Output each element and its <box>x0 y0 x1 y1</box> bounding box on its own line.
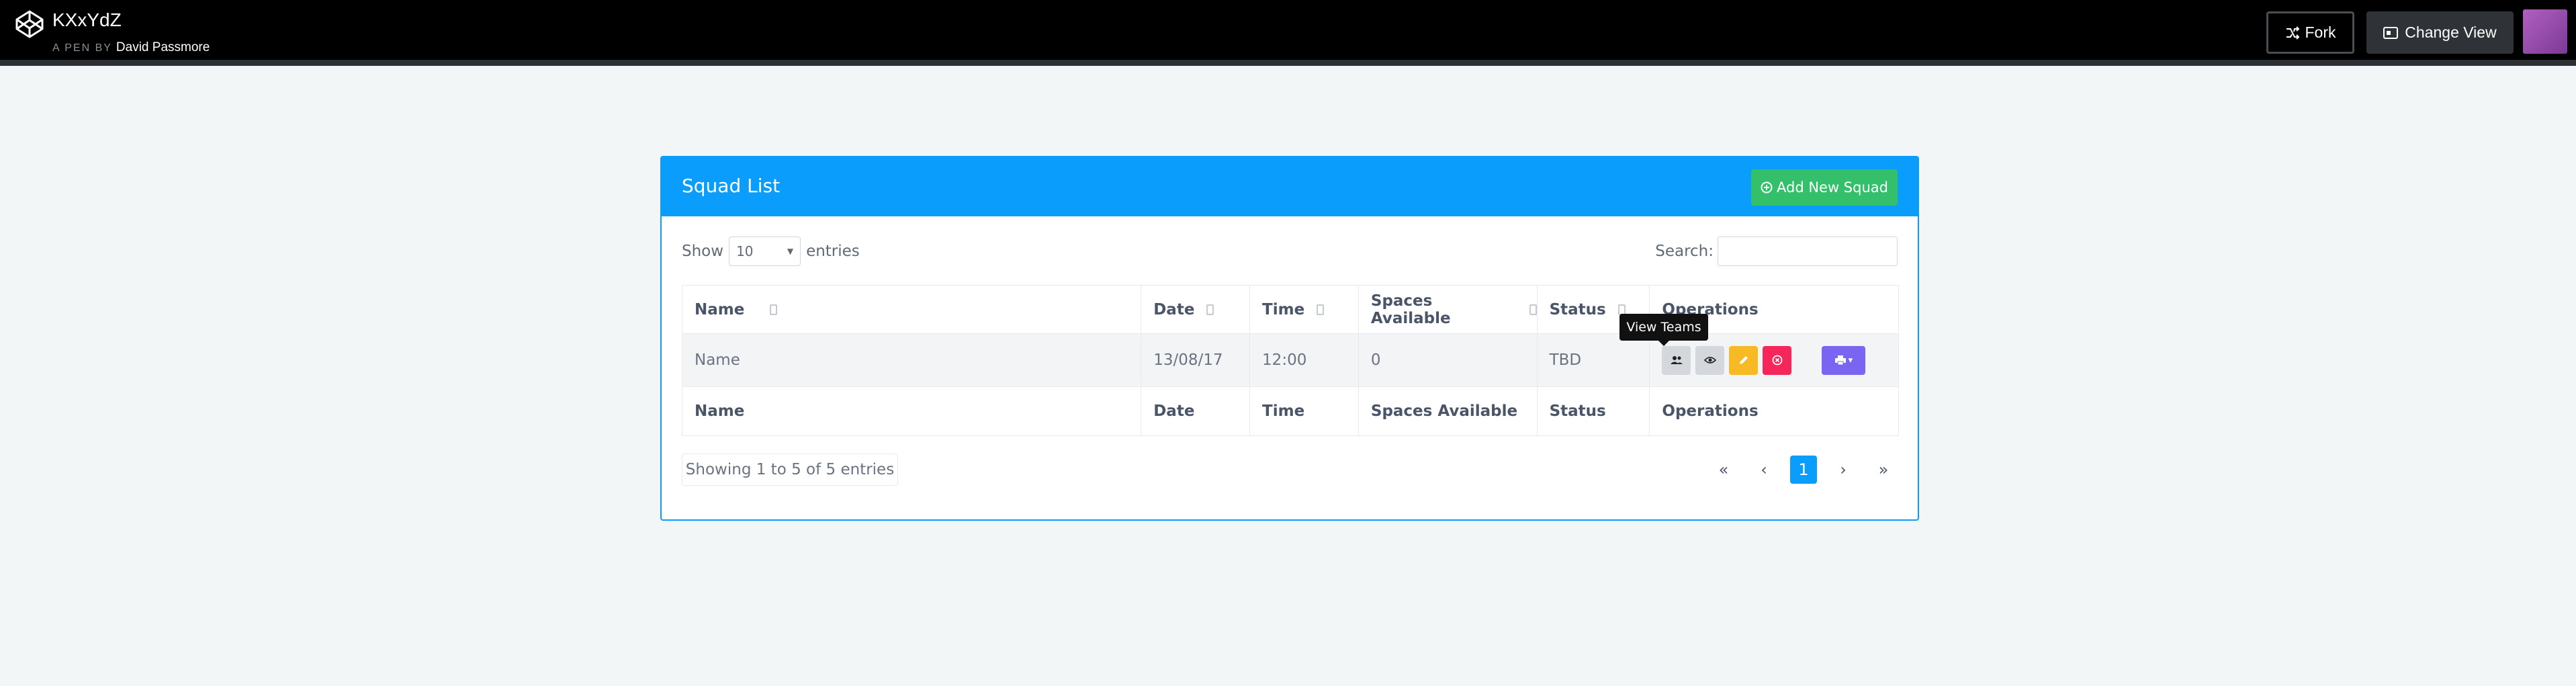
printer-icon <box>1834 355 1846 365</box>
table-footer-row: Name Date Time Spaces Available Status O… <box>682 387 1898 435</box>
pen-byline: A PEN BY David Passmore <box>52 40 210 55</box>
cell-name: Name <box>682 334 1142 386</box>
squad-table: Name Date Time Spaces Available Status O… <box>682 285 1899 436</box>
column-header-date[interactable]: Date <box>1141 286 1251 333</box>
sort-icon <box>1317 304 1325 315</box>
entries-select[interactable]: 10 ▼ <box>729 237 801 266</box>
view-teams-tooltip: View Teams <box>1619 314 1708 346</box>
layout-icon <box>2383 26 2399 39</box>
change-view-button[interactable]: Change View <box>2366 11 2514 54</box>
edit-button[interactable] <box>1729 345 1759 375</box>
entries-select-value: 10 <box>736 243 754 259</box>
print-dropdown-button[interactable]: ▾ <box>1822 345 1866 375</box>
column-header-time[interactable]: Time <box>1250 286 1359 333</box>
cell-operations: ▾ <box>1650 334 1898 386</box>
user-avatar[interactable] <box>2523 9 2567 54</box>
footer-name: Name <box>682 387 1142 435</box>
page-previous-button[interactable]: ‹ <box>1750 456 1778 484</box>
cell-spaces: 0 <box>1359 334 1538 386</box>
codepen-logo-icon[interactable] <box>15 9 44 39</box>
fork-button[interactable]: Fork <box>2266 11 2354 54</box>
pencil-icon <box>1739 356 1748 364</box>
entries-label: entries <box>806 243 860 260</box>
caret-down-icon: ▼ <box>787 247 794 256</box>
cell-date: 13/08/17 <box>1141 334 1251 386</box>
column-header-label: Spaces Available <box>1370 292 1451 327</box>
users-icon <box>1670 356 1683 364</box>
pen-by-prefix: A PEN BY <box>52 42 112 54</box>
column-header-name[interactable]: Name <box>682 286 1142 333</box>
cell-time: 12:00 <box>1250 334 1359 386</box>
page-next-button[interactable]: › <box>1829 456 1857 484</box>
fork-label: Fork <box>2305 24 2336 41</box>
card-header: Squad List Add New Squad <box>662 157 1918 216</box>
view-teams-button[interactable] <box>1662 345 1691 375</box>
table-info: Showing 1 to 5 of 5 entries <box>682 454 898 486</box>
table-header-row: Name Date Time Spaces Available Status O… <box>682 286 1898 334</box>
pagination: « ‹ 1 › » <box>1709 456 1898 484</box>
close-circle-icon <box>1772 355 1783 366</box>
footer-operations: Operations <box>1662 402 1759 420</box>
column-header-label: Time <box>1262 300 1305 318</box>
search-label: Search: <box>1655 243 1714 260</box>
sort-icon <box>1529 304 1537 315</box>
length-control: Show 10 ▼ entries <box>682 237 860 266</box>
column-header-spaces[interactable]: Spaces Available <box>1359 286 1538 333</box>
column-header-label: Status <box>1549 300 1606 318</box>
column-header-label: Name <box>695 300 745 318</box>
squad-list-card: Squad List Add New Squad Show 10 ▼ entri… <box>660 156 1919 521</box>
sort-icon <box>770 304 778 315</box>
page-last-button[interactable]: » <box>1869 456 1898 484</box>
delete-button[interactable] <box>1763 345 1792 375</box>
pen-author-link[interactable]: David Passmore <box>116 40 210 54</box>
page-current-button[interactable]: 1 <box>1790 456 1817 484</box>
caret-down-icon: ▾ <box>1848 355 1853 366</box>
fork-icon <box>2286 26 2299 40</box>
add-new-squad-label: Add New Squad <box>1777 179 1888 196</box>
add-new-squad-button[interactable]: Add New Squad <box>1751 169 1898 206</box>
footer-date: Date <box>1141 387 1251 435</box>
table-row: Name 13/08/17 12:00 0 TBD ▾ <box>682 334 1898 387</box>
pen-title[interactable]: KXxYdZ <box>52 9 122 31</box>
show-label: Show <box>682 243 724 260</box>
card-title: Squad List <box>682 175 781 197</box>
eye-icon <box>1703 357 1716 363</box>
footer-spaces: Spaces Available <box>1359 387 1538 435</box>
sort-icon <box>1206 304 1214 315</box>
page-first-button[interactable]: « <box>1709 456 1738 484</box>
change-view-label: Change View <box>2405 24 2497 41</box>
footer-status: Status <box>1538 387 1650 435</box>
codepen-header: KXxYdZ A PEN BY David Passmore Fork Chang… <box>0 0 2576 66</box>
cell-status: TBD <box>1538 334 1650 386</box>
plus-circle-icon <box>1761 181 1773 194</box>
column-header-label: Date <box>1153 300 1195 318</box>
search-input[interactable] <box>1718 237 1898 266</box>
search-control: Search: <box>1655 237 1898 266</box>
view-button[interactable] <box>1695 345 1725 375</box>
footer-time: Time <box>1250 387 1359 435</box>
